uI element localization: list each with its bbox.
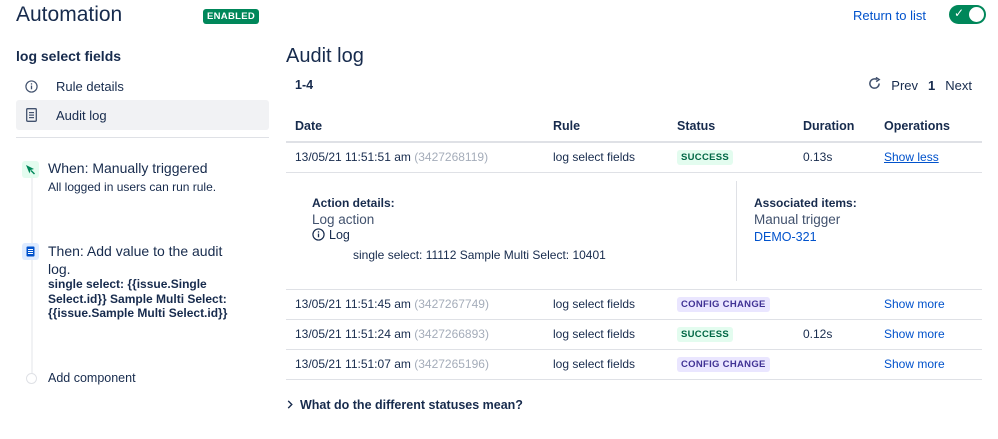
- table-row: 13/05/21 11:51:07 am (3427265196) log se…: [286, 349, 982, 380]
- app-title: Automation: [16, 3, 123, 26]
- table-row: 13/05/21 11:51:24 am (3427266893) log se…: [286, 319, 982, 350]
- date-text: 13/05/21 11:51:07 am: [295, 357, 411, 371]
- info-icon: [312, 228, 325, 241]
- table-row: 13/05/21 11:51:45 am (3427267749) log se…: [286, 289, 982, 320]
- row-status: SUCCESS: [668, 319, 794, 350]
- row-status: CONFIG CHANGE: [668, 289, 794, 320]
- date-text: 13/05/21 11:51:51 am: [295, 150, 411, 165]
- row-duration: [794, 349, 875, 380]
- show-more-link[interactable]: Show more: [884, 327, 945, 341]
- status-badge: CONFIG CHANGE: [677, 357, 770, 372]
- row-operation: Show less: [875, 142, 982, 173]
- chevron-right-icon: [286, 398, 294, 412]
- issue-link[interactable]: DEMO-321: [754, 230, 857, 244]
- prev-page-button[interactable]: Prev: [891, 78, 918, 93]
- detail-divider: [736, 180, 737, 281]
- col-rule: Rule: [544, 110, 668, 143]
- execution-id: (3427265196): [414, 357, 489, 371]
- col-operations: Operations: [875, 110, 982, 143]
- execution-id: (3427267749): [414, 297, 489, 311]
- nav-audit-log[interactable]: Audit log: [16, 100, 269, 130]
- status-badge: CONFIG CHANGE: [677, 297, 770, 312]
- add-component-button[interactable]: Add component: [48, 371, 136, 385]
- log-message: single select: 11112 Sample Multi Select…: [353, 247, 606, 262]
- action-details: Action details: Log action Log single se…: [312, 196, 606, 262]
- detail-row: Action details: Log action Log single se…: [286, 172, 982, 290]
- action-step-title[interactable]: Then: Add value to the audit log.: [48, 242, 248, 278]
- status-badge: SUCCESS: [677, 327, 734, 342]
- status-badge: SUCCESS: [677, 150, 734, 166]
- detail-cell: Action details: Log action Log single se…: [286, 172, 982, 290]
- action-name: Log action: [312, 211, 375, 227]
- col-date: Date: [286, 110, 544, 143]
- row-date: 13/05/21 11:51:51 am (3427268119): [286, 142, 544, 173]
- enabled-badge: ENABLED: [203, 9, 260, 24]
- execution-id: (3427266893): [414, 327, 489, 341]
- row-status: CONFIG CHANGE: [668, 349, 794, 380]
- log-label: Log: [329, 227, 350, 242]
- audit-table: Date Rule Status Duration Operations 13/…: [286, 110, 982, 380]
- status-faq-label: What do the different statuses mean?: [300, 398, 523, 412]
- nav-audit-log-label: Audit log: [56, 107, 107, 123]
- result-range: 1-4: [295, 78, 314, 92]
- row-date: 13/05/21 11:51:45 am (3427267749): [286, 289, 544, 320]
- trigger-step-title[interactable]: When: Manually triggered: [48, 160, 208, 176]
- show-more-link[interactable]: Show more: [884, 357, 945, 371]
- table-header-row: Date Rule Status Duration Operations: [286, 110, 982, 143]
- associated-trigger: Manual trigger: [754, 211, 841, 227]
- nav-rule-details[interactable]: Rule details: [16, 71, 269, 101]
- add-component-dot: [26, 373, 37, 384]
- rule-name: log select fields: [16, 48, 122, 64]
- row-date: 13/05/21 11:51:24 am (3427266893): [286, 319, 544, 350]
- row-duration: [794, 289, 875, 320]
- show-more-link[interactable]: Show more: [884, 297, 945, 311]
- current-page[interactable]: 1: [928, 78, 935, 93]
- row-rule: log select fields: [544, 289, 668, 320]
- nav-rule-details-label: Rule details: [56, 78, 124, 94]
- row-operation: Show more: [875, 289, 982, 320]
- row-rule: log select fields: [544, 142, 668, 173]
- table-row: 13/05/21 11:51:51 am (3427268119) log se…: [286, 142, 982, 173]
- associated-items: Associated items: Manual trigger DEMO-32…: [754, 196, 857, 244]
- document-icon: [24, 108, 38, 122]
- date-text: 13/05/21 11:51:24 am: [295, 327, 411, 341]
- associated-items-header: Associated items:: [754, 195, 857, 210]
- action-detail-panel: Action details: Log action Log single se…: [286, 173, 982, 289]
- flow-line: [31, 174, 33, 379]
- sidebar-divider: [16, 137, 269, 138]
- main-content: Audit log 1-4 Prev 1 Next Date Rule Stat…: [286, 0, 982, 439]
- log-row: Log: [312, 228, 606, 242]
- status-faq-toggle[interactable]: What do the different statuses mean?: [286, 398, 523, 412]
- trigger-step-desc: All logged in users can run rule.: [48, 180, 217, 194]
- refresh-icon[interactable]: [868, 76, 881, 93]
- row-operation: Show more: [875, 319, 982, 350]
- row-date: 13/05/21 11:51:07 am (3427265196): [286, 349, 544, 380]
- page-title: Audit log: [286, 45, 364, 67]
- pagination: Prev 1 Next: [868, 76, 972, 93]
- action-document-icon: [22, 243, 39, 260]
- row-status: SUCCESS: [668, 142, 794, 173]
- execution-id: (3427268119): [414, 150, 489, 165]
- action-details-header: Action details:: [312, 195, 395, 210]
- row-duration: 0.12s: [794, 319, 875, 350]
- trigger-cursor-icon: [22, 161, 39, 178]
- row-rule: log select fields: [544, 349, 668, 380]
- next-page-button[interactable]: Next: [945, 78, 972, 93]
- show-less-link[interactable]: Show less: [884, 150, 939, 164]
- row-rule: log select fields: [544, 319, 668, 350]
- row-duration: 0.13s: [794, 142, 875, 173]
- info-icon: [24, 79, 38, 93]
- col-duration: Duration: [794, 110, 875, 143]
- col-status: Status: [668, 110, 794, 143]
- date-text: 13/05/21 11:51:45 am: [295, 297, 411, 311]
- action-step-code: single select: {{issue.Single Select.id}…: [48, 277, 228, 320]
- row-operation: Show more: [875, 349, 982, 380]
